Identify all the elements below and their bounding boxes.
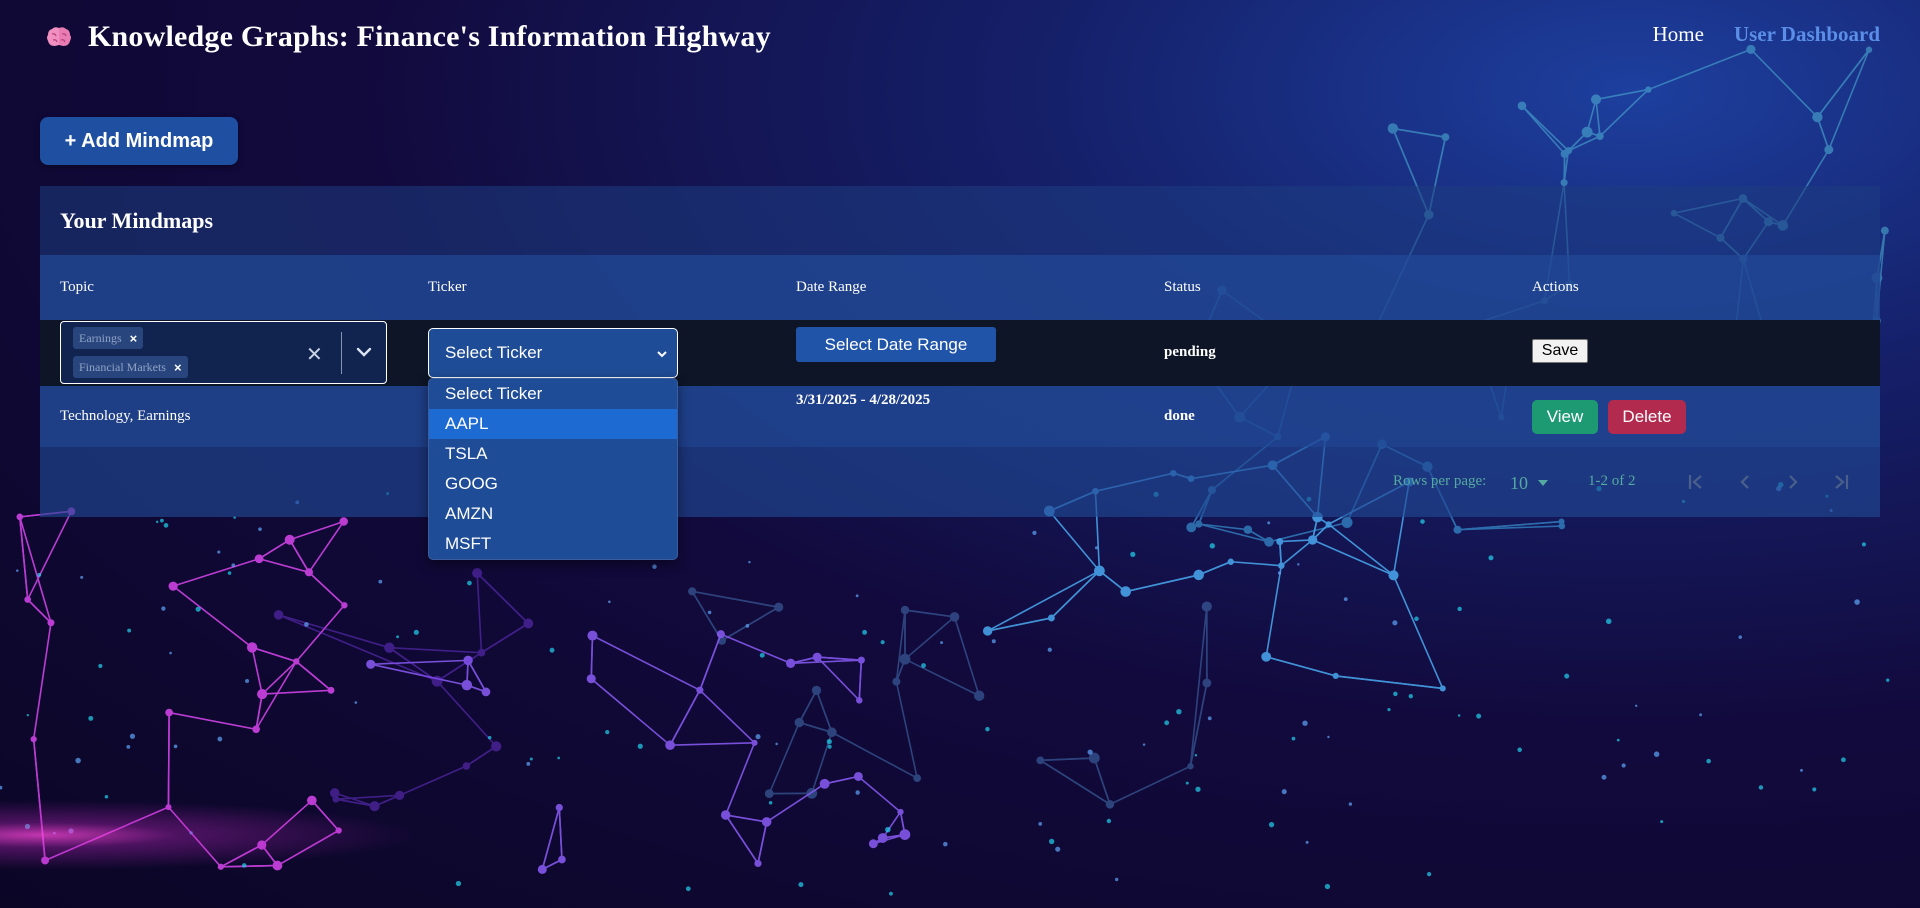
table-row: Technology, Earnings 3/31/2025 - 4/28/20… [40,386,1880,447]
table-pagination: Rows per page: 10 1-2 of 2 [40,447,1880,517]
column-topic: Topic [60,279,94,295]
ticker-option[interactable]: Select Ticker [429,379,677,409]
ticker-option[interactable]: MSFT [429,529,677,559]
save-button[interactable]: Save [1532,339,1588,363]
ticker-option-highlighted[interactable]: AAPL [429,409,677,439]
column-date-range: Date Range [796,279,867,295]
topic-chip: Financial Markets × [73,356,188,378]
ticker-option[interactable]: GOOG [429,469,677,499]
top-bar: Knowledge Graphs: Finance's Information … [0,0,1920,78]
chip-remove-icon[interactable]: × [174,360,182,375]
nav-user-dashboard[interactable]: User Dashboard [1734,22,1880,47]
ticker-select-value: Select Ticker [445,343,543,362]
chip-label: Earnings [79,330,122,345]
nav-home[interactable]: Home [1653,22,1704,47]
top-nav: Home User Dashboard [1653,22,1880,47]
next-page-icon[interactable] [1782,471,1804,493]
divider [341,332,342,374]
rows-per-page-select[interactable]: 10 [1510,473,1528,494]
table-header: Topic Ticker Date Range Status Actions [40,255,1880,320]
ticker-dropdown-menu: Select Ticker AAPL TSLA GOOG AMZN MSFT [428,378,678,560]
rows-per-page-label: Rows per page: [1393,473,1487,489]
select-date-range-button[interactable]: Select Date Range [796,327,996,362]
row-date-range: 3/31/2025 - 4/28/2025 [796,392,931,408]
mindmaps-panel: Your Mindmaps Topic Ticker Date Range St… [40,186,1880,517]
chip-remove-icon[interactable]: × [130,331,138,346]
column-status: Status [1164,279,1201,295]
first-page-icon[interactable] [1685,471,1707,493]
last-page-icon[interactable] [1830,471,1852,493]
row-status: done [1164,408,1195,424]
chevron-down-icon [655,346,669,360]
panel-title: Your Mindmaps [40,186,1880,255]
ticker-option[interactable]: AMZN [429,499,677,529]
delete-button[interactable]: Delete [1608,400,1686,434]
previous-page-icon[interactable] [1734,471,1756,493]
status-pending: pending [1164,344,1216,360]
topic-chip: Earnings × [73,327,144,349]
pink-glow [0,800,420,870]
brand: Knowledge Graphs: Finance's Information … [44,20,771,54]
caret-down-icon[interactable] [1537,477,1549,489]
view-button[interactable]: View [1532,400,1598,434]
ticker-select[interactable]: Select Ticker [428,328,678,378]
column-ticker: Ticker [428,279,467,295]
add-mindmap-button[interactable]: + Add Mindmap [40,117,238,165]
page-range: 1-2 of 2 [1588,473,1636,489]
chip-label: Financial Markets [79,359,166,374]
table-row-editing: Earnings × Financial Markets × ✕ Select … [40,320,1880,386]
column-actions: Actions [1532,279,1579,295]
chevron-down-icon[interactable] [354,342,374,362]
clear-icon[interactable]: ✕ [306,342,323,367]
topic-multiselect[interactable]: Earnings × Financial Markets × ✕ [60,321,387,384]
row-topic: Technology, Earnings [60,408,191,424]
ticker-option[interactable]: TSLA [429,439,677,469]
brain-icon [44,22,74,52]
page-title: Knowledge Graphs: Finance's Information … [88,20,771,53]
